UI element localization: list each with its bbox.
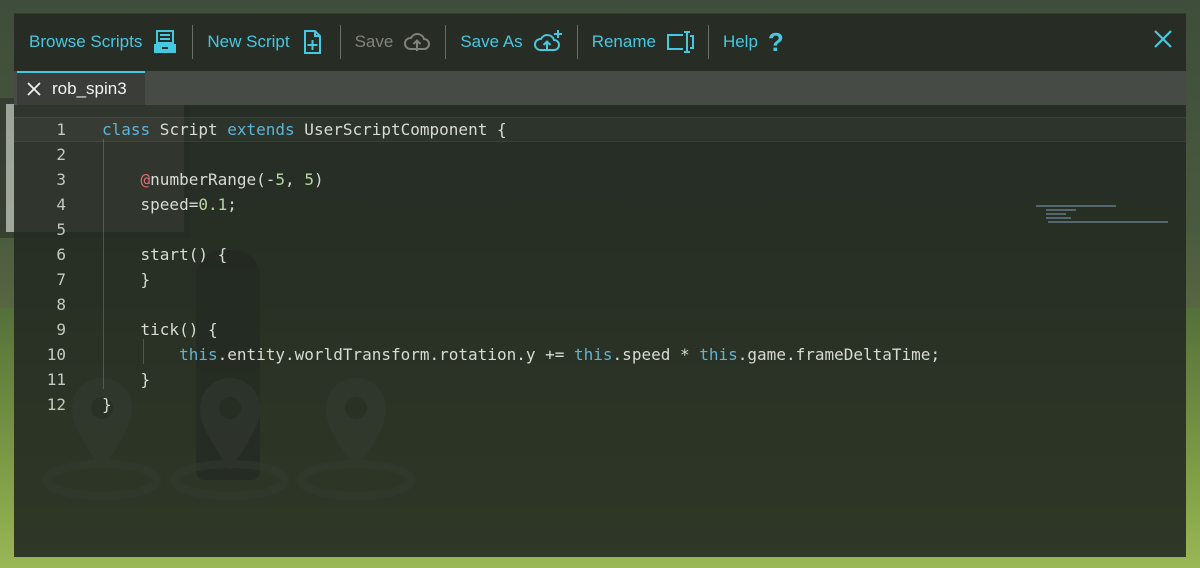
cloud-add-icon [533, 30, 562, 51]
line-number: 12 [46, 395, 66, 414]
code-token: this [179, 345, 218, 364]
code-token: @ [140, 170, 151, 189]
code-line[interactable]: 3 @numberRange(-5, 5) [14, 167, 1186, 192]
line-number: 9 [56, 320, 66, 339]
code-text: start() { [102, 245, 228, 264]
code-line[interactable]: 12} [14, 392, 1186, 417]
rename-button[interactable]: Rename [592, 25, 708, 59]
code-text: tick() { [102, 320, 218, 339]
code-token: .speed * [612, 345, 700, 364]
toolbar-separator [192, 25, 194, 59]
code-token: tick() { [102, 320, 218, 339]
line-number: 5 [56, 220, 66, 239]
close-icon[interactable] [1152, 28, 1174, 50]
code-token: 5 [275, 170, 286, 189]
code-line[interactable]: 1 class Script extends UserScriptComponen… [14, 117, 1186, 142]
line-number: 4 [56, 195, 66, 214]
line-number: 7 [56, 270, 66, 289]
code-text: speed=0.1; [102, 195, 237, 214]
code-token: extends [227, 120, 295, 139]
code-token: , [285, 170, 305, 189]
code-line[interactable]: 2 [14, 142, 1186, 167]
code-line[interactable]: 4 speed=0.1; [14, 192, 1186, 217]
script-editor: Browse Scripts New Script Save Save As R… [14, 13, 1186, 557]
code-text: } [102, 370, 151, 389]
help-button[interactable]: Help ? [723, 25, 798, 59]
question-mark-icon: ? [767, 27, 784, 57]
code-line[interactable]: 5 [14, 217, 1186, 242]
line-number: 11 [46, 370, 66, 389]
code-text: @numberRange(-5, 5) [102, 170, 324, 189]
save-label: Save [354, 32, 394, 51]
code-token: } [102, 270, 151, 289]
code-token: ; [227, 195, 237, 214]
toolbar: Browse Scripts New Script Save Save As R… [14, 14, 1186, 70]
code-token: start() { [102, 245, 228, 264]
code-token: .game.frameDeltaTime; [737, 345, 941, 364]
toolbar-separator [576, 25, 578, 59]
save-as-label: Save As [460, 32, 523, 51]
line-number: 2 [56, 145, 66, 164]
close-tab-icon[interactable] [27, 82, 41, 96]
browse-scripts-label: Browse Scripts [29, 32, 143, 51]
tab-label: rob_spin3 [52, 79, 127, 98]
rename-label: Rename [591, 32, 656, 51]
new-script-label: New Script [207, 32, 290, 51]
code-text: class Script extends UserScriptComponent… [102, 120, 507, 139]
code-token: class [102, 120, 151, 139]
tab-bar: rob_spin3 [14, 71, 1186, 105]
code-token: numberRange(- [150, 170, 276, 189]
code-token: } [102, 370, 151, 389]
help-label: Help [722, 32, 758, 51]
code-line[interactable]: 8 [14, 292, 1186, 317]
code-line[interactable]: 10 this.entity.worldTransform.rotation.y… [14, 342, 1186, 367]
code-token: Script [150, 120, 228, 139]
new-script-button[interactable]: New Script [207, 25, 339, 59]
code-token: 5 [304, 170, 314, 189]
line-number: 8 [56, 295, 66, 314]
cloud-upload-icon [404, 33, 431, 51]
save-button[interactable]: Save [355, 25, 446, 59]
code-token: this [574, 345, 613, 364]
code-text: } [102, 395, 112, 414]
code-token: .entity.worldTransform.rotation.y += [217, 345, 575, 364]
line-number: 1 [56, 120, 66, 139]
toolbar-separator [339, 25, 341, 59]
line-number: 6 [56, 245, 66, 264]
code-text: } [102, 270, 151, 289]
code-text: this.entity.worldTransform.rotation.y +=… [102, 345, 940, 364]
new-file-icon [303, 30, 321, 54]
toolbar-separator [445, 25, 447, 59]
line-number: 3 [56, 170, 66, 189]
code-token: 0.1 [198, 195, 228, 214]
code-token: ) [313, 170, 324, 189]
rename-icon [666, 31, 694, 53]
toolbar-separator [707, 25, 709, 59]
code-line[interactable]: 6 start() { [14, 242, 1186, 267]
code-line[interactable]: 9 tick() { [14, 317, 1186, 342]
code-token: UserScriptComponent { [294, 120, 507, 139]
line-number: 10 [46, 345, 66, 364]
tab-rob-spin3[interactable]: rob_spin3 [17, 71, 145, 105]
code-line[interactable]: 7 } [14, 267, 1186, 292]
code-token: } [102, 395, 112, 414]
file-drawer-icon [154, 30, 177, 53]
code-line[interactable]: 11 } [14, 367, 1186, 392]
code-token: this [699, 345, 738, 364]
save-as-button[interactable]: Save As [460, 25, 576, 59]
code-editor[interactable]: 1 class Script extends UserScriptComponen… [14, 105, 1186, 558]
code-token: speed= [102, 195, 199, 214]
browse-scripts-button[interactable]: Browse Scripts [29, 25, 192, 59]
